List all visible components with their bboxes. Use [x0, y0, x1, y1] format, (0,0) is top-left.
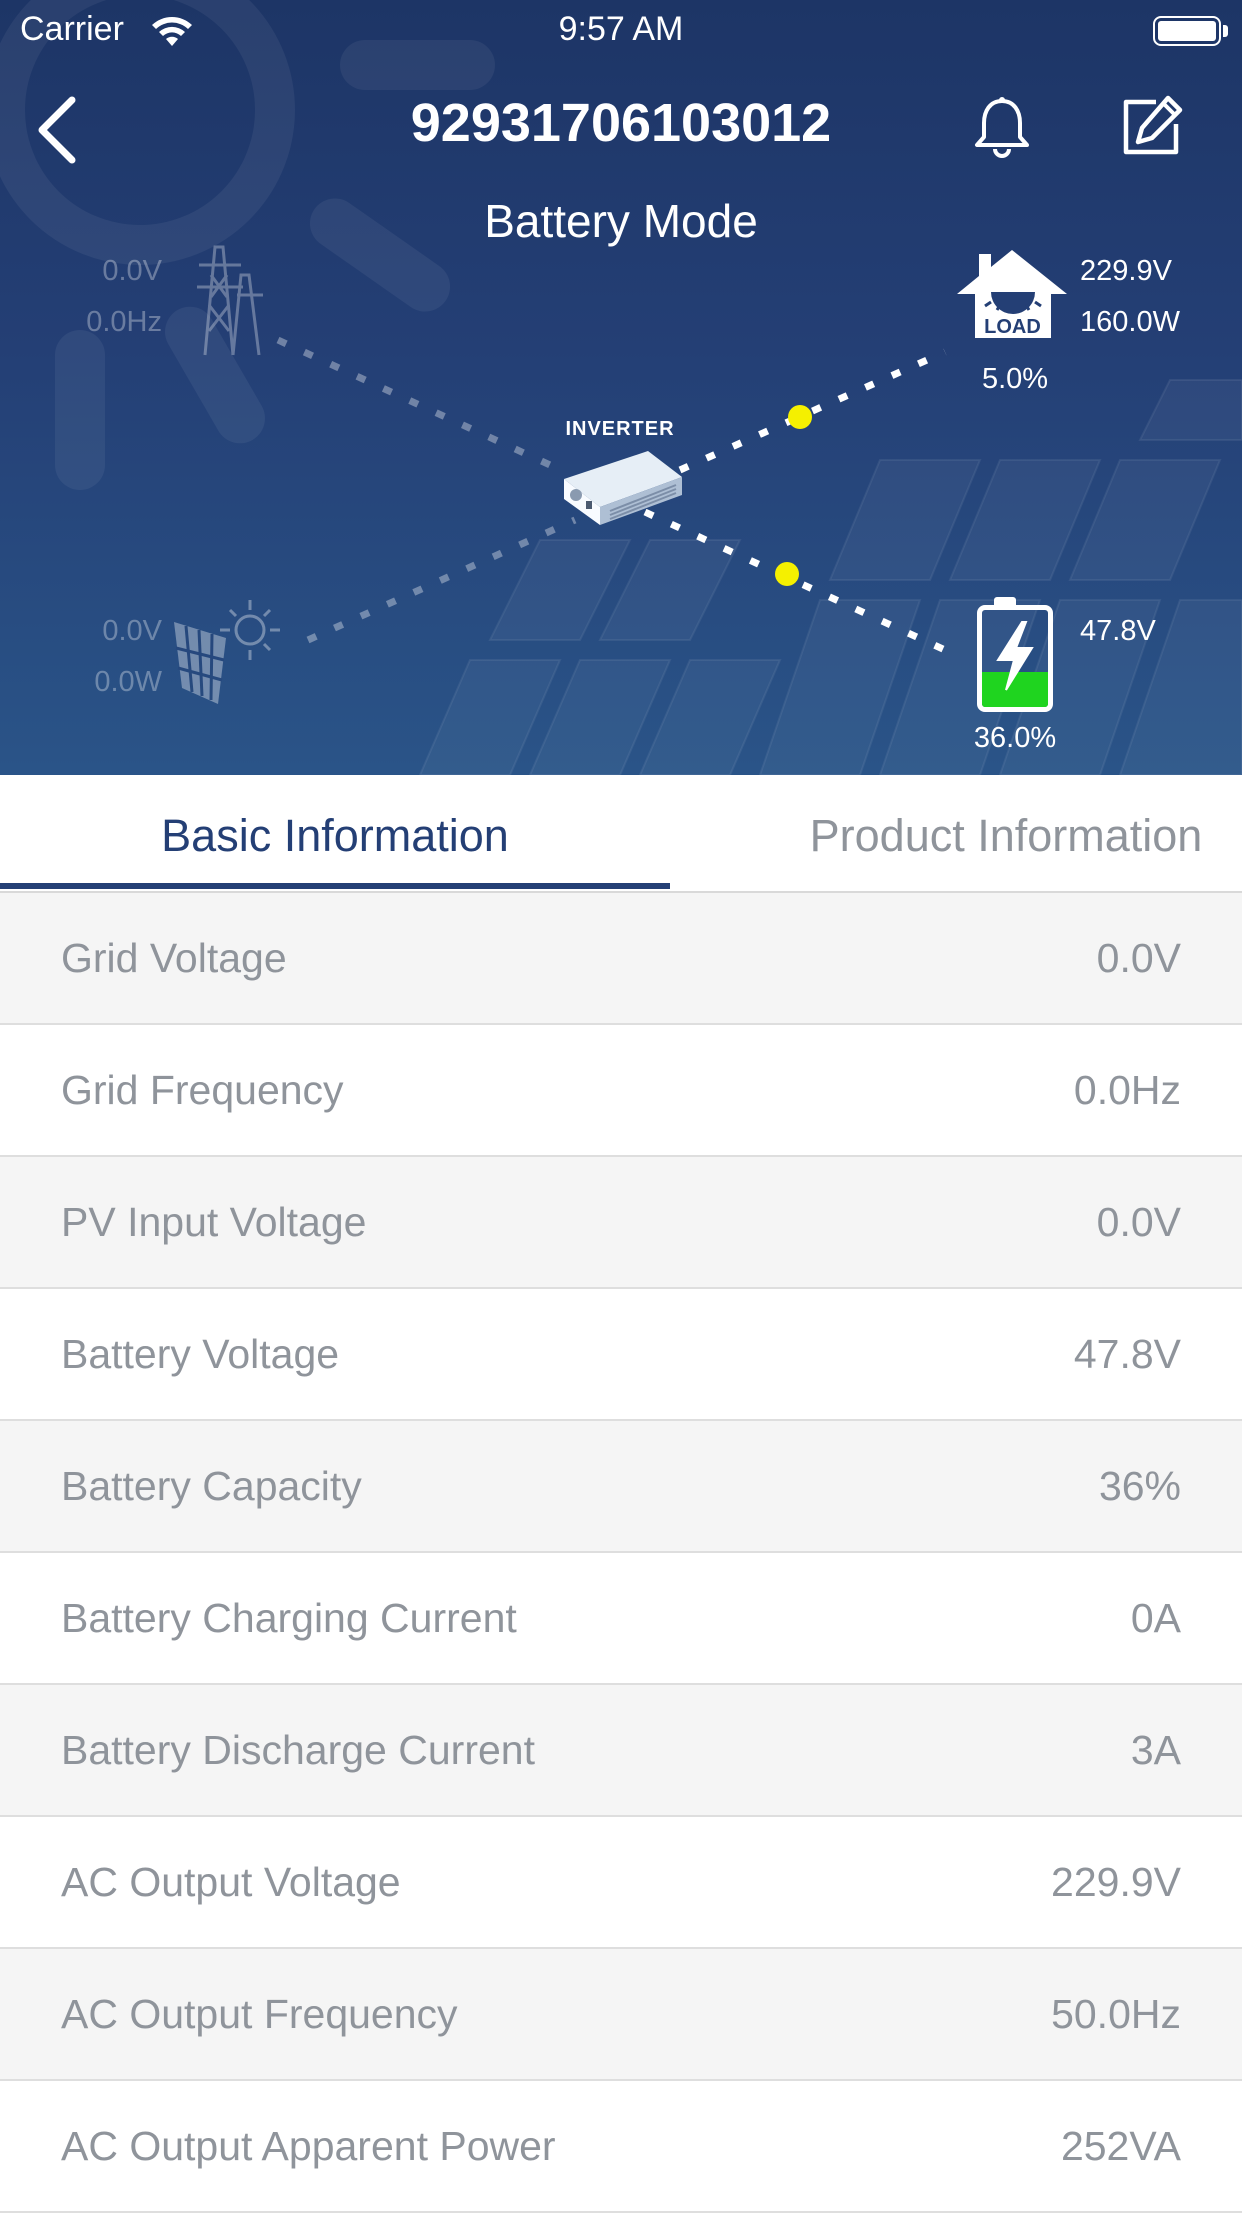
- tab-basic-information[interactable]: Basic Information: [0, 775, 670, 891]
- info-row-label: AC Output Frequency: [61, 1991, 458, 2037]
- load-voltage-readout: 229.9V: [1080, 255, 1172, 287]
- info-row: Grid Frequency 0.0Hz: [0, 1025, 1242, 1157]
- info-row: AC Output Apparent Power 252VA: [0, 2081, 1242, 2213]
- tab-product-information[interactable]: Product Information: [670, 775, 1242, 891]
- grid-tower-icon: [197, 245, 263, 356]
- info-row: Grid Voltage 0.0V: [0, 893, 1242, 1025]
- info-row-value: 3A: [1130, 1727, 1181, 1773]
- info-row-label: Battery Capacity: [61, 1463, 362, 1509]
- grid-frequency-readout: 0.0Hz: [86, 306, 162, 338]
- info-row-value: 47.8V: [1073, 1331, 1181, 1377]
- pv-voltage-readout: 0.0V: [102, 615, 162, 647]
- active-tab-indicator: [0, 883, 670, 889]
- info-row-value: 0A: [1130, 1595, 1181, 1641]
- battery-voltage-readout: 47.8V: [1080, 615, 1156, 647]
- info-row: Battery Discharge Current 3A: [0, 1685, 1242, 1817]
- lightning-icon: [996, 621, 1034, 691]
- load-icon-label: LOAD: [984, 316, 1041, 338]
- pv-power-readout: 0.0W: [94, 666, 162, 698]
- load-percent-readout: 5.0%: [981, 363, 1049, 395]
- info-row: Battery Voltage 47.8V: [0, 1289, 1242, 1421]
- info-row: Battery Capacity 36%: [0, 1421, 1242, 1553]
- info-row: AC Output Voltage 229.9V: [0, 1817, 1242, 1949]
- info-row-value: 0.0V: [1096, 935, 1181, 981]
- info-row-label: AC Output Apparent Power: [61, 2123, 556, 2169]
- header-panel: Carrier 9:57 AM 92931706103012 Battery M…: [0, 0, 1242, 775]
- info-row-label: Battery Discharge Current: [61, 1727, 535, 1773]
- load-flow-dot: [788, 405, 812, 429]
- inverter-label: INVERTER: [565, 418, 675, 440]
- info-row-label: Battery Voltage: [61, 1331, 340, 1377]
- info-row: PV Input Voltage 0.0V: [0, 1157, 1242, 1289]
- info-row-value: 229.9V: [1051, 1859, 1181, 1905]
- grid-voltage-readout: 0.0V: [102, 255, 162, 287]
- info-row-value: 50.0Hz: [1051, 1991, 1181, 2037]
- info-row-label: AC Output Voltage: [61, 1859, 401, 1905]
- info-row-label: Grid Voltage: [61, 935, 287, 981]
- info-row-value: 0.0Hz: [1073, 1067, 1181, 1113]
- info-row-label: Battery Charging Current: [61, 1595, 517, 1641]
- tab-bar: Basic Information Product Information: [0, 775, 1242, 893]
- inverter-icon: [564, 451, 682, 525]
- info-row-value: 0.0V: [1096, 1199, 1181, 1245]
- battery-flow-dot: [775, 562, 799, 586]
- battery-percent-readout: 36.0%: [973, 722, 1057, 754]
- solar-panel-icon: [174, 600, 280, 704]
- battery-icon: [977, 605, 1053, 712]
- info-row-value: 36%: [1098, 1463, 1181, 1509]
- info-row: Battery Charging Current 0A: [0, 1553, 1242, 1685]
- info-row: AC Output Frequency 50.0Hz: [0, 1949, 1242, 2081]
- info-row-label: PV Input Voltage: [61, 1199, 367, 1245]
- info-row-value: 252VA: [1060, 2123, 1181, 2169]
- load-power-readout: 160.0W: [1080, 306, 1180, 338]
- info-row-label: Grid Frequency: [61, 1067, 344, 1113]
